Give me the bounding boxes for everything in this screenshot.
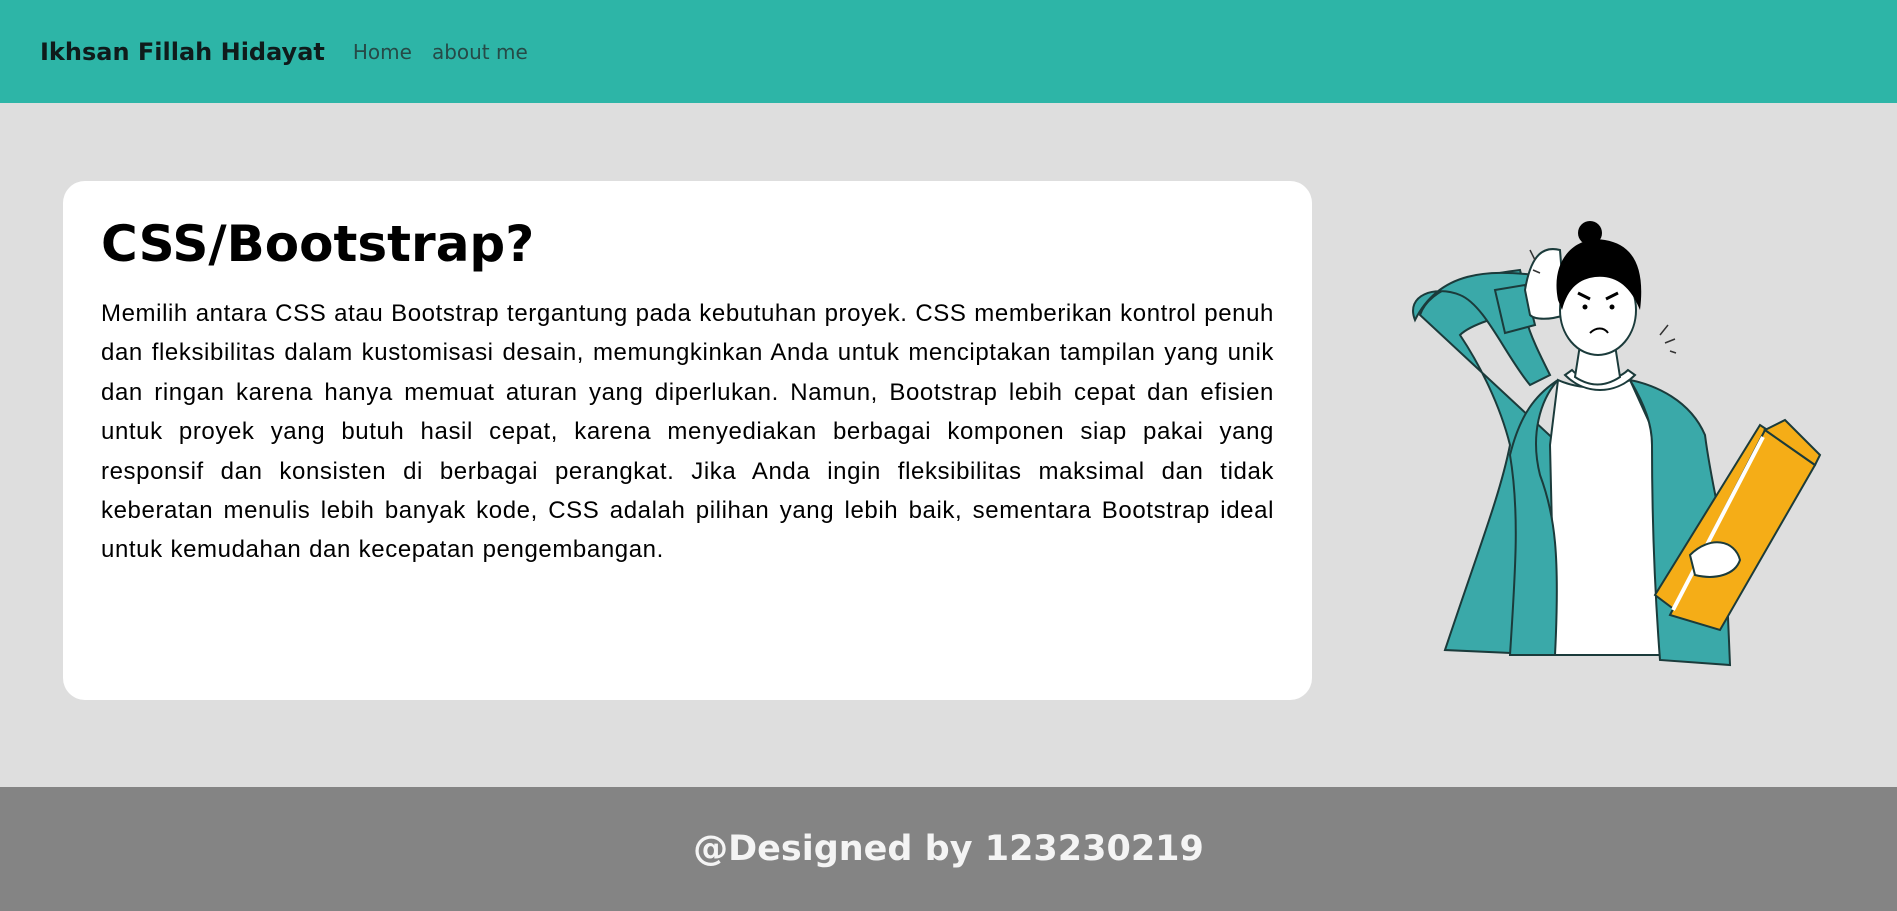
footer-credit: @Designed by 123230219 xyxy=(693,829,1204,869)
card-title: CSS/Bootstrap? xyxy=(101,215,535,273)
nav-link-about[interactable]: about me xyxy=(432,40,528,64)
navbar: Ikhsan Fillah Hidayat Home about me xyxy=(0,0,1897,103)
card-body-text: Memilih antara CSS atau Bootstrap tergan… xyxy=(101,300,1274,564)
confused-person-illustration xyxy=(1390,215,1830,675)
content-card: CSS/Bootstrap? Memilih antara CSS atau B… xyxy=(63,181,1312,700)
nav-link-home[interactable]: Home xyxy=(353,40,412,64)
brand-link[interactable]: Ikhsan Fillah Hidayat xyxy=(40,38,325,66)
footer: @Designed by 123230219 xyxy=(0,787,1897,911)
